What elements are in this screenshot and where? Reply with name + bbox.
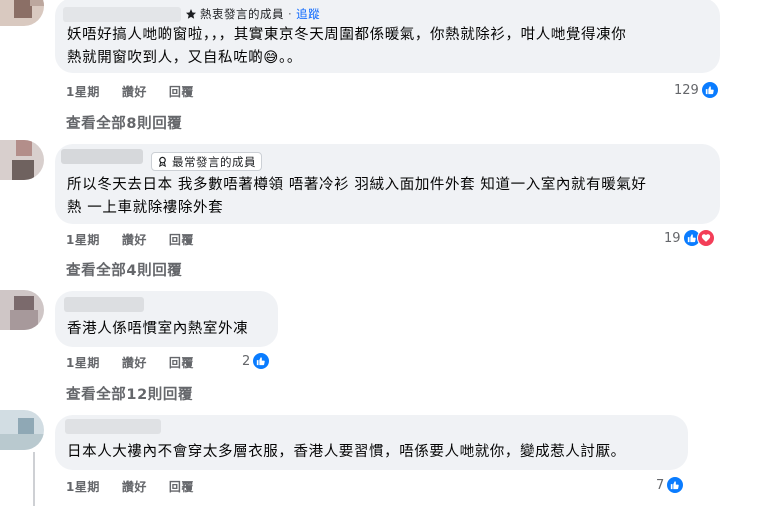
comment-bubble: 香港人係唔慣室內熱室外凍: [55, 291, 278, 347]
love-icon: [696, 229, 715, 247]
comment-text: 所以冬天去日本 我多數唔著樽領 唔著冷衫 羽絨入面加件外套 知道一入室內就有暖氣…: [67, 174, 647, 220]
separator: ·: [288, 7, 293, 21]
comment-actions: 1星期 讚好 回覆: [66, 478, 194, 495]
comment-line: 日本人大褸內不會穿太多層衣服，香港人要習慣，唔係要人哋就你，變成惹人討厭。: [67, 444, 626, 460]
author-name[interactable]: [65, 419, 161, 434]
comment-line: 熱 一上車就除褸除外套: [67, 200, 224, 216]
avatar[interactable]: [0, 140, 44, 180]
author-name[interactable]: [63, 7, 181, 22]
timestamp[interactable]: 1星期: [66, 231, 100, 248]
follow-link[interactable]: 追蹤: [296, 6, 320, 22]
like-icon: [700, 81, 719, 99]
comment-actions: 1星期 讚好 回覆: [66, 354, 194, 371]
reply-button[interactable]: 回覆: [169, 478, 194, 495]
author-name[interactable]: [61, 149, 143, 164]
reply-button[interactable]: 回覆: [169, 354, 194, 371]
badge-label: 最常發言的成員: [172, 154, 256, 169]
like-icon: [252, 352, 271, 370]
timestamp[interactable]: 1星期: [66, 354, 100, 371]
like-icon: [666, 476, 685, 494]
comment-text: 妖唔好搞人哋啲窗啦，，，其實東京冬天周圍都係暖氣，你熱就除衫，咁人哋覺得凍你 熱…: [67, 24, 626, 70]
comment-line: 所以冬天去日本 我多數唔著樽領 唔著冷衫 羽絨入面加件外套 知道一入室內就有暖氣…: [67, 177, 647, 193]
view-replies-link[interactable]: 查看全部8則回覆: [66, 112, 182, 133]
reaction-count: 19: [664, 230, 681, 246]
comment-line: 熱就開窗吹到人，又自私咗啲😅。。: [67, 50, 302, 66]
comment-line: 香港人係唔慣室內熱室外凍: [67, 321, 249, 337]
comment-bubble: 熱衷發言的成員 · 追蹤 妖唔好搞人哋啲窗啦，，，其實東京冬天周圍都係暖氣，你熱…: [55, 0, 720, 73]
comment-actions: 1星期 讚好 回覆: [66, 83, 194, 100]
reaction-summary[interactable]: 7: [656, 476, 685, 494]
reply-button[interactable]: 回覆: [169, 231, 194, 248]
star-icon: [185, 8, 197, 20]
reply-thread-line: [33, 452, 35, 506]
reaction-summary[interactable]: 19: [664, 229, 715, 247]
timestamp[interactable]: 1星期: [66, 478, 100, 495]
view-replies-link[interactable]: 查看全部12則回覆: [66, 383, 193, 404]
reaction-summary[interactable]: 2: [242, 352, 271, 370]
comment-text: 香港人係唔慣室內熱室外凍: [67, 318, 248, 341]
comment-text: 日本人大褸內不會穿太多層衣服，香港人要習慣，唔係要人哋就你，變成惹人討厭。: [67, 441, 626, 464]
comment-actions: 1星期 讚好 回覆: [66, 231, 194, 248]
like-button[interactable]: 讚好: [122, 83, 147, 100]
like-button[interactable]: 讚好: [122, 478, 147, 495]
reaction-summary[interactable]: 129: [674, 81, 719, 99]
reaction-count: 2: [242, 353, 251, 369]
like-button[interactable]: 讚好: [122, 231, 147, 248]
reply-button[interactable]: 回覆: [169, 83, 194, 100]
author-name[interactable]: [64, 297, 144, 312]
reaction-count: 7: [656, 477, 665, 493]
member-badge: 熱衷發言的成員 · 追蹤: [185, 6, 320, 22]
comment-bubble: 日本人大褸內不會穿太多層衣服，香港人要習慣，唔係要人哋就你，變成惹人討厭。: [55, 415, 688, 470]
comment-line: 妖唔好搞人哋啲窗啦，，，其實東京冬天周圍都係暖氣，你熱就除衫，咁人哋覺得凍你: [67, 27, 627, 43]
trophy-icon: [157, 156, 168, 167]
member-badge: 最常發言的成員: [151, 152, 262, 171]
timestamp[interactable]: 1星期: [66, 83, 100, 100]
comment-bubble: 最常發言的成員 所以冬天去日本 我多數唔著樽領 唔著冷衫 羽絨入面加件外套 知道…: [55, 144, 720, 224]
reaction-count: 129: [674, 82, 699, 98]
avatar[interactable]: [0, 290, 44, 330]
view-replies-link[interactable]: 查看全部4則回覆: [66, 259, 182, 280]
avatar[interactable]: [0, 0, 44, 26]
badge-label: 熱衷發言的成員: [200, 7, 284, 21]
avatar[interactable]: [0, 410, 44, 450]
like-button[interactable]: 讚好: [122, 354, 147, 371]
